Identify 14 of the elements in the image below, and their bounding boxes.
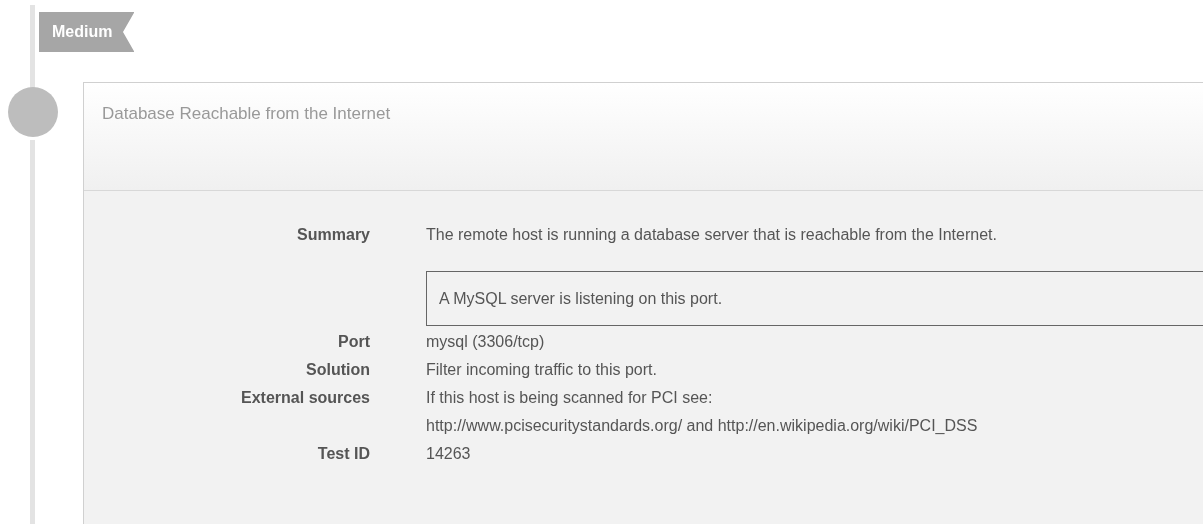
field-value: mysql (3306/tcp) xyxy=(426,332,546,352)
field-label: External sources xyxy=(240,388,370,408)
field-value: 14263 xyxy=(426,444,472,464)
field-value: http://www.pcisecuritystandards.org/ and http://en.wikipedia.org/wiki/PCI_DSS xyxy=(426,416,979,436)
finding-title: Database Reachable from the Internet xyxy=(102,104,391,123)
field-value: Filter incoming traffic to this port. xyxy=(426,360,658,380)
field-label: Port xyxy=(337,332,370,352)
severity-badge: Medium xyxy=(39,12,135,52)
field-value: If this host is being scanned for PCI see: xyxy=(426,388,714,408)
field-value: The remote host is running a database server that is reachable from the Internet. xyxy=(426,225,998,245)
output-box: A MySQL server is listening on this port. xyxy=(426,271,1203,326)
field-label: Test ID xyxy=(316,444,370,464)
field-label: Summary xyxy=(296,225,370,245)
field-label: Solution xyxy=(305,360,370,380)
